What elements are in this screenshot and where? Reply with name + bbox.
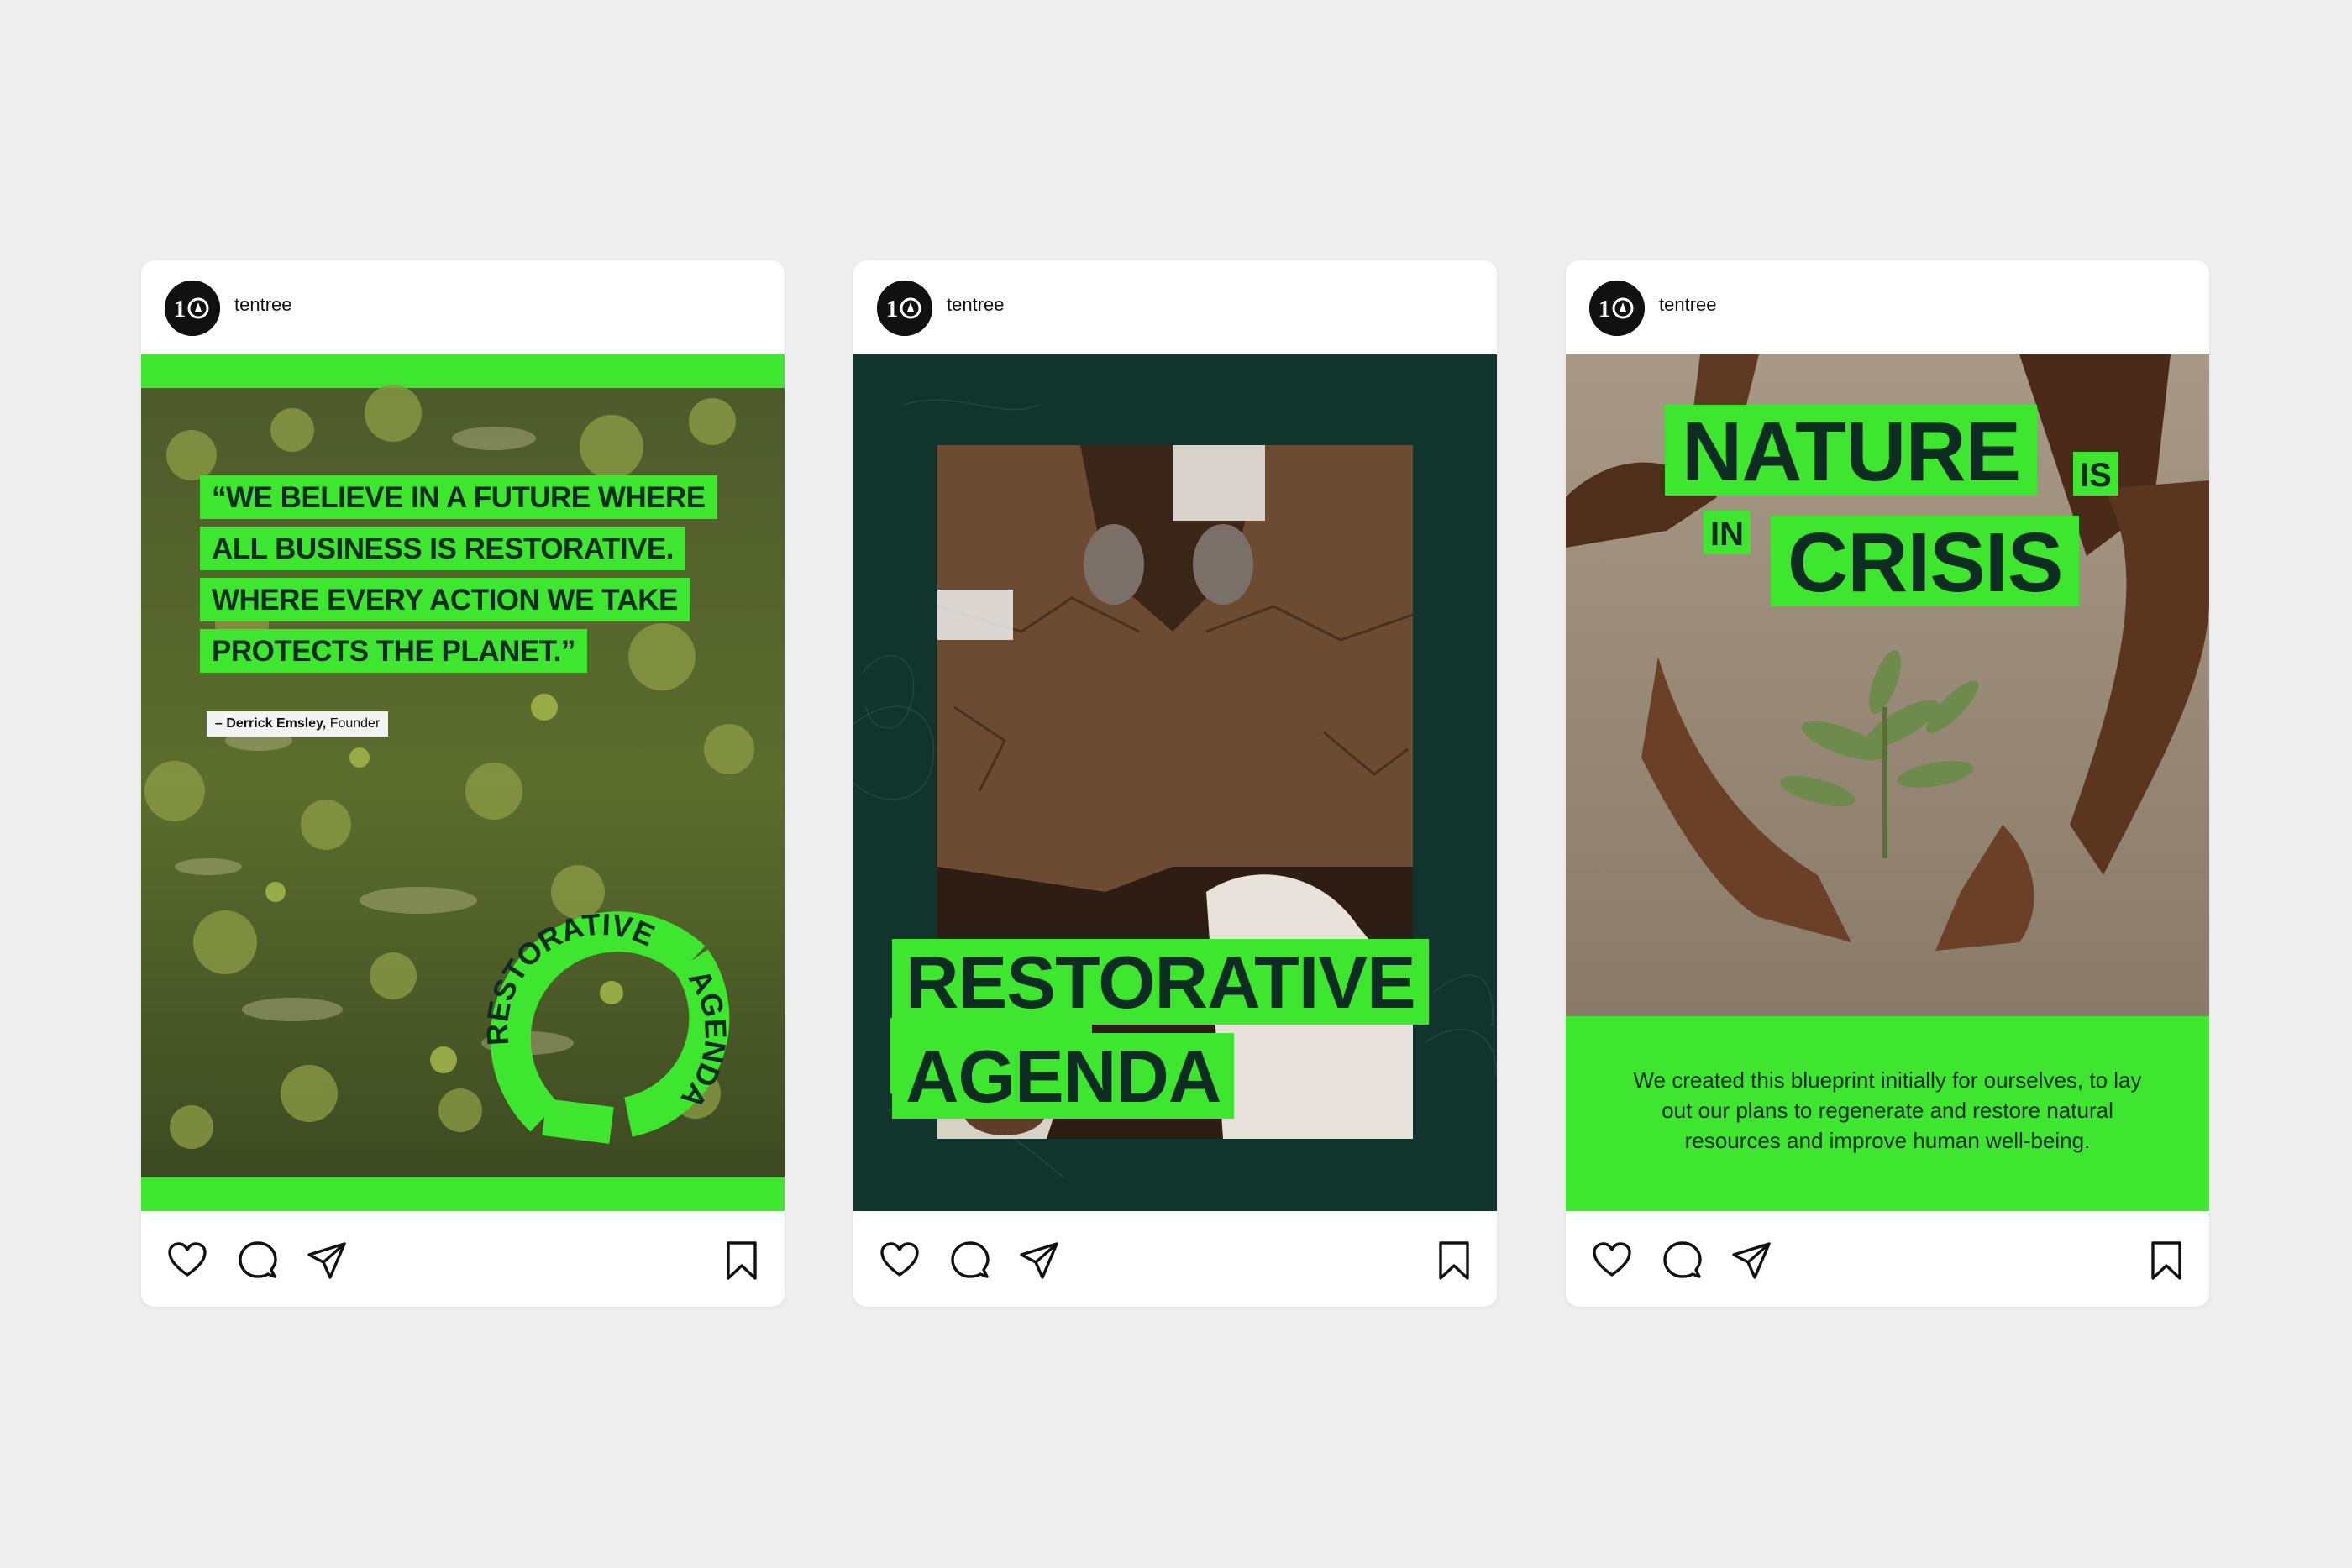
post-title-line-1: RESTORATIVE [892,939,1429,1025]
post-image: NATURE IS IN CRISIS We created this blue… [1566,354,2209,1211]
heart-icon[interactable] [879,1240,921,1282]
post-card-restorative-agenda: tentree RESTORATIVE AGENDA [853,260,1497,1307]
bookmark-icon[interactable] [721,1240,763,1282]
post-image: RESTORATIVE AGENDA [853,354,1497,1211]
post-card-quote: tentree RESTORATIVE AGENDA “WE BELIEVE I… [141,260,785,1307]
quote-line: WHERE EVERY ACTION WE TAKE [200,578,690,621]
post-header: tentree [853,260,1497,354]
post-actions [141,1211,785,1307]
attribution-name: – Derrick Emsley, [215,716,327,731]
post-card-nature-in-crisis: tentree NATURE IS IN CRISIS We created t… [1566,260,2209,1307]
post-title-line-2: AGENDA [892,1033,1235,1119]
headline-crisis: CRISIS [1771,516,2080,606]
tentree-logo-icon [165,281,220,336]
tentree-logo-icon [1589,281,1645,336]
caption-text: We created this blueprint initially for … [1633,1067,2142,1153]
quote-attribution: – Derrick Emsley, Founder [207,711,389,737]
post-header: tentree [141,260,785,354]
post-actions [853,1211,1497,1307]
bookmark-icon[interactable] [2145,1240,2187,1282]
share-icon[interactable] [1018,1240,1060,1282]
avatar[interactable] [165,281,220,336]
post-image: RESTORATIVE AGENDA “WE BELIEVE IN A FUTU… [141,354,785,1211]
avatar[interactable] [1589,281,1645,336]
share-icon[interactable] [306,1240,348,1282]
avatar[interactable] [877,281,932,336]
share-icon[interactable] [1730,1240,1772,1282]
username[interactable]: tentree [947,294,1005,316]
quote-line: ALL BUSINESS IS RESTORATIVE. [200,527,685,570]
username[interactable]: tentree [234,294,292,316]
comment-icon[interactable] [949,1240,991,1282]
quote-line: “WE BELIEVE IN A FUTURE WHERE [200,475,717,519]
comment-icon[interactable] [1662,1240,1704,1282]
quote-line: PROTECTS THE PLANET.” [200,629,587,673]
attribution-role: Founder [329,716,381,731]
headline-nature: NATURE [1665,405,2038,496]
comment-icon[interactable] [237,1240,279,1282]
username[interactable]: tentree [1659,294,1717,316]
headline-is: IS [2073,452,2118,496]
post-header: tentree [1566,260,2209,354]
post-actions [1566,1211,2209,1307]
caption-panel: We created this blueprint initially for … [1566,1016,2209,1211]
tentree-logo-icon [877,281,932,336]
headline-in: IN [1704,511,1751,554]
heart-icon[interactable] [166,1240,208,1282]
bookmark-icon[interactable] [1433,1240,1475,1282]
heart-icon[interactable] [1591,1240,1633,1282]
